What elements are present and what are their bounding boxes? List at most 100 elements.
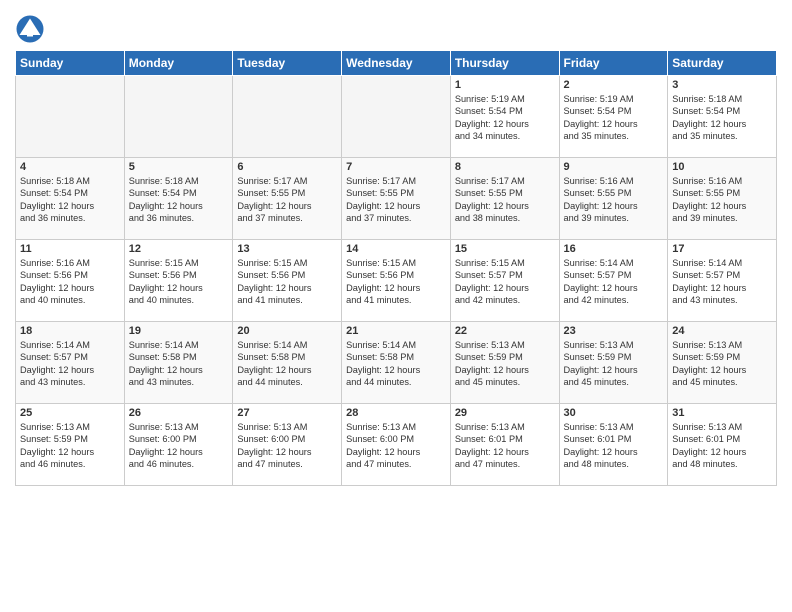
calendar-cell: 14 Sunrise: 5:15 AMSunset: 5:56 PMDayligh…	[342, 240, 451, 322]
day-info: Sunrise: 5:18 AMSunset: 5:54 PMDaylight:…	[672, 93, 772, 143]
day-number: 3	[672, 79, 772, 91]
calendar-header-thursday: Thursday	[450, 51, 559, 76]
calendar-cell: 8Sunrise: 5:17 AMSunset: 5:55 PMDaylight…	[450, 158, 559, 240]
calendar-header-wednesday: Wednesday	[342, 51, 451, 76]
day-info: Sunrise: 5:13 AMSunset: 5:59 PMDaylight:…	[20, 421, 120, 471]
calendar: SundayMondayTuesdayWednesdayThursdayFrid…	[15, 50, 777, 486]
calendar-cell: 27 Sunrise: 5:13 AMSunset: 6:00 PMDayligh…	[233, 404, 342, 486]
calendar-header-sunday: Sunday	[16, 51, 125, 76]
day-number: 24	[672, 325, 772, 337]
day-number: 22	[455, 325, 555, 337]
calendar-cell: 22 Sunrise: 5:13 AMSunset: 5:59 PMDayligh…	[450, 322, 559, 404]
day-number: 11	[20, 243, 120, 255]
day-number: 29	[455, 407, 555, 419]
page-container: SundayMondayTuesdayWednesdayThursdayFrid…	[0, 0, 792, 496]
day-info: Sunrise: 5:13 AMSunset: 5:59 PMDaylight:…	[672, 339, 772, 389]
calendar-cell: 21 Sunrise: 5:14 AMSunset: 5:58 PMDayligh…	[342, 322, 451, 404]
day-info: Sunrise: 5:14 AMSunset: 5:57 PMDaylight:…	[564, 257, 664, 307]
day-info: Sunrise: 5:18 AMSunset: 5:54 PMDaylight:…	[129, 175, 229, 225]
day-number: 17	[672, 243, 772, 255]
calendar-cell	[124, 76, 233, 158]
day-info: Sunrise: 5:19 AMSunset: 5:54 PMDaylight:…	[455, 93, 555, 143]
day-info: Sunrise: 5:16 AMSunset: 5:55 PMDaylight:…	[672, 175, 772, 225]
day-info: Sunrise: 5:13 AMSunset: 6:00 PMDaylight:…	[237, 421, 337, 471]
day-info: Sunrise: 5:13 AMSunset: 6:00 PMDaylight:…	[129, 421, 229, 471]
day-info: Sunrise: 5:13 AMSunset: 5:59 PMDaylight:…	[455, 339, 555, 389]
day-info: Sunrise: 5:13 AMSunset: 6:01 PMDaylight:…	[672, 421, 772, 471]
calendar-cell: 16Sunrise: 5:14 AMSunset: 5:57 PMDayligh…	[559, 240, 668, 322]
day-info: Sunrise: 5:14 AMSunset: 5:57 PMDaylight:…	[672, 257, 772, 307]
day-number: 14	[346, 243, 446, 255]
day-info: Sunrise: 5:16 AMSunset: 5:56 PMDaylight:…	[20, 257, 120, 307]
calendar-header-row: SundayMondayTuesdayWednesdayThursdayFrid…	[16, 51, 777, 76]
calendar-header-monday: Monday	[124, 51, 233, 76]
day-info: Sunrise: 5:17 AMSunset: 5:55 PMDaylight:…	[346, 175, 446, 225]
calendar-cell: 7 Sunrise: 5:17 AMSunset: 5:55 PMDaylight…	[342, 158, 451, 240]
day-number: 4	[20, 161, 120, 173]
logo-icon	[15, 14, 45, 44]
day-number: 31	[672, 407, 772, 419]
day-number: 15	[455, 243, 555, 255]
day-number: 23	[564, 325, 664, 337]
calendar-cell: 31 Sunrise: 5:13 AMSunset: 6:01 PMDayligh…	[668, 404, 777, 486]
day-info: Sunrise: 5:17 AMSunset: 5:55 PMDaylight:…	[455, 175, 555, 225]
day-number: 13	[237, 243, 337, 255]
calendar-cell: 30 Sunrise: 5:13 AMSunset: 6:01 PMDayligh…	[559, 404, 668, 486]
day-number: 26	[129, 407, 229, 419]
day-info: Sunrise: 5:13 AMSunset: 5:59 PMDaylight:…	[564, 339, 664, 389]
day-info: Sunrise: 5:19 AMSunset: 5:54 PMDaylight:…	[564, 93, 664, 143]
calendar-cell: 15 Sunrise: 5:15 AMSunset: 5:57 PMDayligh…	[450, 240, 559, 322]
calendar-cell: 28 Sunrise: 5:13 AMSunset: 6:00 PMDayligh…	[342, 404, 451, 486]
day-number: 10	[672, 161, 772, 173]
day-info: Sunrise: 5:15 AMSunset: 5:56 PMDaylight:…	[129, 257, 229, 307]
calendar-cell: 20Sunrise: 5:14 AMSunset: 5:58 PMDayligh…	[233, 322, 342, 404]
day-number: 21	[346, 325, 446, 337]
calendar-week-3: 11 Sunrise: 5:16 AMSunset: 5:56 PMDayligh…	[16, 240, 777, 322]
day-number: 28	[346, 407, 446, 419]
day-number: 18	[20, 325, 120, 337]
day-number: 27	[237, 407, 337, 419]
calendar-cell	[342, 76, 451, 158]
day-number: 2	[564, 79, 664, 91]
day-info: Sunrise: 5:15 AMSunset: 5:57 PMDaylight:…	[455, 257, 555, 307]
day-number: 25	[20, 407, 120, 419]
calendar-header-friday: Friday	[559, 51, 668, 76]
calendar-cell: 1Sunrise: 5:19 AMSunset: 5:54 PMDaylight…	[450, 76, 559, 158]
day-number: 9	[564, 161, 664, 173]
calendar-cell: 3 Sunrise: 5:18 AMSunset: 5:54 PMDaylight…	[668, 76, 777, 158]
calendar-cell: 29 Sunrise: 5:13 AMSunset: 6:01 PMDayligh…	[450, 404, 559, 486]
day-info: Sunrise: 5:17 AMSunset: 5:55 PMDaylight:…	[237, 175, 337, 225]
calendar-header-saturday: Saturday	[668, 51, 777, 76]
calendar-cell: 18 Sunrise: 5:14 AMSunset: 5:57 PMDayligh…	[16, 322, 125, 404]
calendar-cell: 24 Sunrise: 5:13 AMSunset: 5:59 PMDayligh…	[668, 322, 777, 404]
day-number: 7	[346, 161, 446, 173]
day-info: Sunrise: 5:13 AMSunset: 6:01 PMDaylight:…	[564, 421, 664, 471]
day-info: Sunrise: 5:15 AMSunset: 5:56 PMDaylight:…	[346, 257, 446, 307]
day-info: Sunrise: 5:16 AMSunset: 5:55 PMDaylight:…	[564, 175, 664, 225]
calendar-cell: 9 Sunrise: 5:16 AMSunset: 5:55 PMDaylight…	[559, 158, 668, 240]
day-info: Sunrise: 5:14 AMSunset: 5:57 PMDaylight:…	[20, 339, 120, 389]
calendar-header-tuesday: Tuesday	[233, 51, 342, 76]
day-info: Sunrise: 5:18 AMSunset: 5:54 PMDaylight:…	[20, 175, 120, 225]
calendar-week-2: 4 Sunrise: 5:18 AMSunset: 5:54 PMDaylight…	[16, 158, 777, 240]
day-number: 30	[564, 407, 664, 419]
day-info: Sunrise: 5:14 AMSunset: 5:58 PMDaylight:…	[129, 339, 229, 389]
day-number: 6	[237, 161, 337, 173]
calendar-week-4: 18 Sunrise: 5:14 AMSunset: 5:57 PMDayligh…	[16, 322, 777, 404]
calendar-cell: 6 Sunrise: 5:17 AMSunset: 5:55 PMDaylight…	[233, 158, 342, 240]
calendar-cell: 10 Sunrise: 5:16 AMSunset: 5:55 PMDayligh…	[668, 158, 777, 240]
calendar-cell: 4 Sunrise: 5:18 AMSunset: 5:54 PMDaylight…	[16, 158, 125, 240]
calendar-cell: 2 Sunrise: 5:19 AMSunset: 5:54 PMDaylight…	[559, 76, 668, 158]
calendar-cell: 13 Sunrise: 5:15 AMSunset: 5:56 PMDayligh…	[233, 240, 342, 322]
day-info: Sunrise: 5:14 AMSunset: 5:58 PMDaylight:…	[346, 339, 446, 389]
calendar-week-5: 25 Sunrise: 5:13 AMSunset: 5:59 PMDayligh…	[16, 404, 777, 486]
day-info: Sunrise: 5:13 AMSunset: 6:01 PMDaylight:…	[455, 421, 555, 471]
calendar-cell: 17 Sunrise: 5:14 AMSunset: 5:57 PMDayligh…	[668, 240, 777, 322]
calendar-cell: 23 Sunrise: 5:13 AMSunset: 5:59 PMDayligh…	[559, 322, 668, 404]
day-info: Sunrise: 5:14 AMSunset: 5:58 PMDaylight:…	[237, 339, 337, 389]
day-info: Sunrise: 5:15 AMSunset: 5:56 PMDaylight:…	[237, 257, 337, 307]
calendar-cell	[16, 76, 125, 158]
day-number: 12	[129, 243, 229, 255]
day-info: Sunrise: 5:13 AMSunset: 6:00 PMDaylight:…	[346, 421, 446, 471]
calendar-week-1: 1Sunrise: 5:19 AMSunset: 5:54 PMDaylight…	[16, 76, 777, 158]
